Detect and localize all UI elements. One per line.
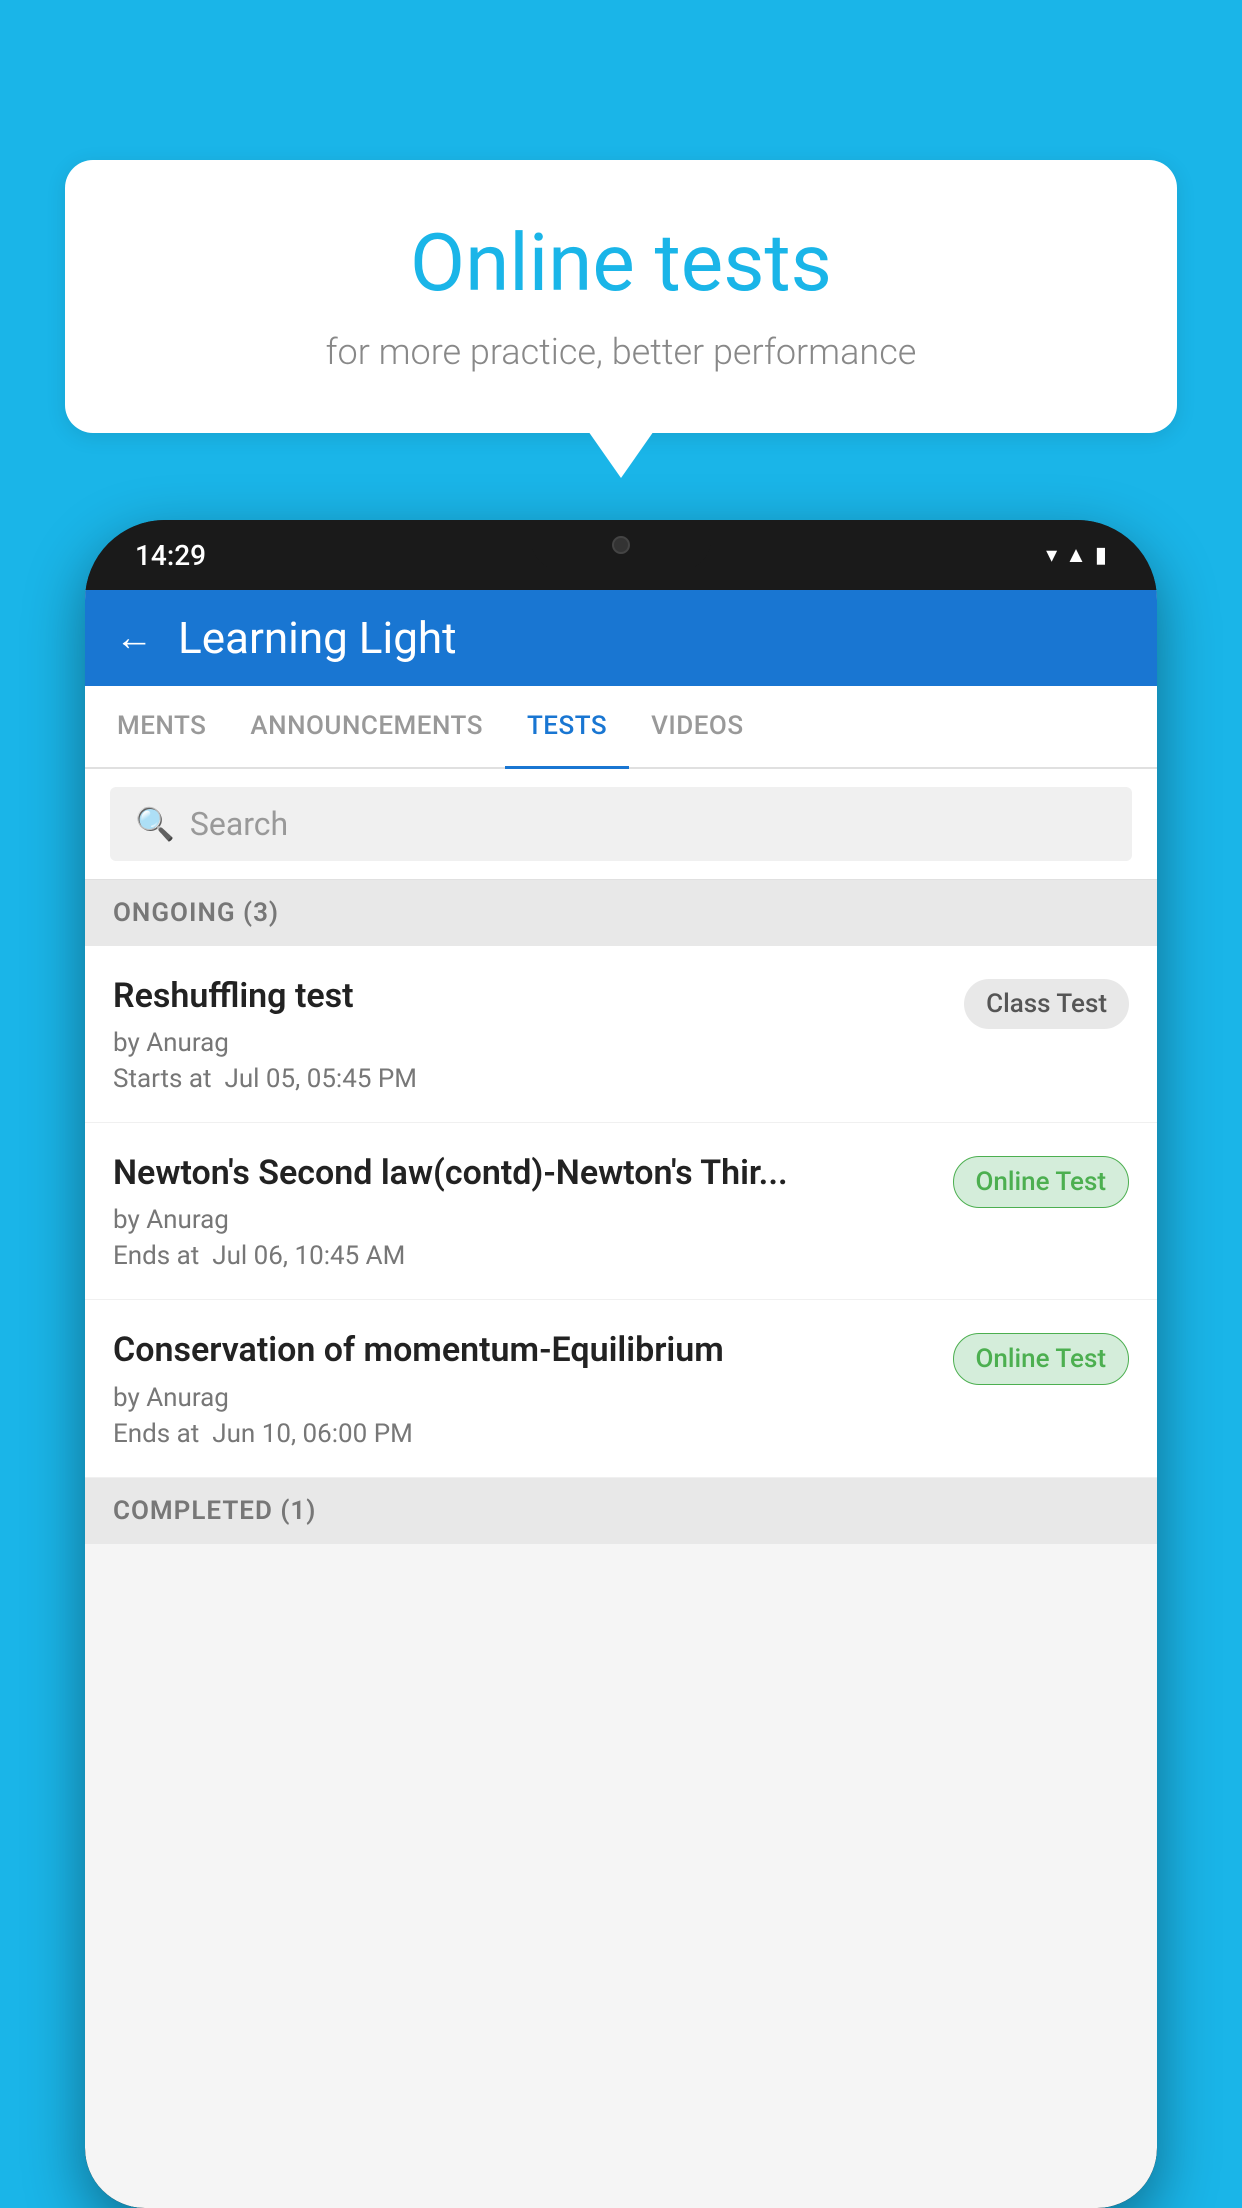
test-badge-online-3: Online Test xyxy=(953,1333,1130,1385)
test-badge-class-1: Class Test xyxy=(964,979,1129,1029)
phone-camera xyxy=(612,536,630,554)
tests-list: Reshuffling test by Anurag Starts at Jul… xyxy=(85,946,1157,1478)
completed-section-header: COMPLETED (1) xyxy=(85,1478,1157,1544)
test-item-3[interactable]: Conservation of momentum-Equilibrium by … xyxy=(85,1300,1157,1477)
test-time-3: Ends at Jun 10, 06:00 PM xyxy=(113,1419,933,1449)
test-info-3: Conservation of momentum-Equilibrium by … xyxy=(113,1328,953,1448)
phone-time: 14:29 xyxy=(135,539,206,572)
signal-icon: ▲ xyxy=(1065,542,1087,568)
tab-videos[interactable]: VIDEOS xyxy=(629,686,765,767)
app-header: ← Learning Light xyxy=(85,590,1157,686)
back-button[interactable]: ← xyxy=(115,616,153,660)
tab-tests[interactable]: TESTS xyxy=(505,686,629,769)
app-screen: ← Learning Light MENTS ANNOUNCEMENTS TES… xyxy=(85,590,1157,2208)
tab-ments[interactable]: MENTS xyxy=(95,686,228,767)
ongoing-section-header: ONGOING (3) xyxy=(85,880,1157,946)
search-placeholder: Search xyxy=(190,805,288,843)
search-input-wrapper[interactable]: 🔍 Search xyxy=(110,787,1132,861)
speech-bubble-title: Online tests xyxy=(125,215,1117,311)
wifi-icon: ▾ xyxy=(1046,543,1057,568)
test-name-2: Newton's Second law(contd)-Newton's Thir… xyxy=(113,1151,933,1195)
test-name-1: Reshuffling test xyxy=(113,974,944,1018)
phone-status-bar: 14:29 ▾ ▲ ▮ xyxy=(85,520,1157,590)
test-badge-online-2: Online Test xyxy=(953,1156,1130,1208)
test-name-3: Conservation of momentum-Equilibrium xyxy=(113,1328,933,1372)
tabs-container: MENTS ANNOUNCEMENTS TESTS VIDEOS xyxy=(85,686,1157,769)
search-icon: 🔍 xyxy=(135,805,175,843)
battery-icon: ▮ xyxy=(1095,543,1107,568)
test-author-1: by Anurag xyxy=(113,1028,944,1058)
test-info-1: Reshuffling test by Anurag Starts at Jul… xyxy=(113,974,964,1094)
test-info-2: Newton's Second law(contd)-Newton's Thir… xyxy=(113,1151,953,1271)
phone-frame: 14:29 ▾ ▲ ▮ ← Learning Light MENTS ANNOU… xyxy=(85,520,1157,2208)
app-title: Learning Light xyxy=(178,612,457,664)
test-item-2[interactable]: Newton's Second law(contd)-Newton's Thir… xyxy=(85,1123,1157,1300)
tab-announcements[interactable]: ANNOUNCEMENTS xyxy=(228,686,505,767)
test-time-2: Ends at Jul 06, 10:45 AM xyxy=(113,1241,933,1271)
test-item[interactable]: Reshuffling test by Anurag Starts at Jul… xyxy=(85,946,1157,1123)
search-container: 🔍 Search xyxy=(85,769,1157,880)
speech-bubble-subtitle: for more practice, better performance xyxy=(125,331,1117,373)
test-time-1: Starts at Jul 05, 05:45 PM xyxy=(113,1064,944,1094)
phone-notch xyxy=(531,520,711,570)
phone-status-icons: ▾ ▲ ▮ xyxy=(1046,542,1107,568)
test-author-2: by Anurag xyxy=(113,1205,933,1235)
test-author-3: by Anurag xyxy=(113,1383,933,1413)
speech-bubble: Online tests for more practice, better p… xyxy=(65,160,1177,433)
